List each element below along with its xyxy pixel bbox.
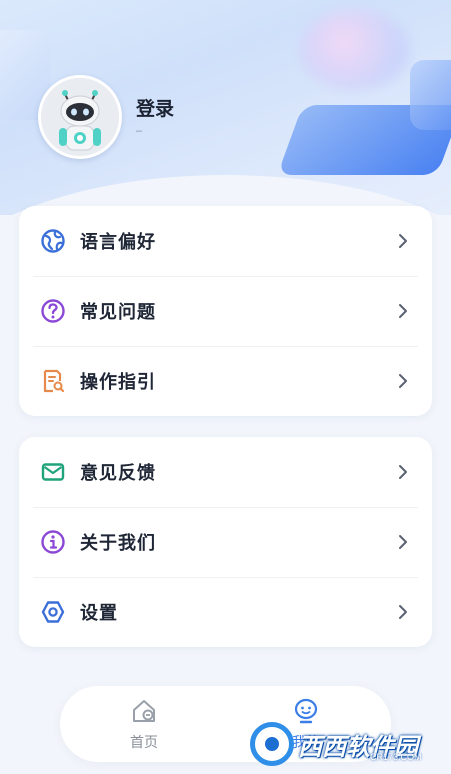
decor-glow — [300, 10, 410, 90]
info-icon — [41, 530, 65, 554]
menu-item-label: 常见问题 — [80, 302, 156, 322]
tab-home[interactable]: 首页 — [84, 692, 204, 756]
menu-item-guide[interactable]: 操作指引 — [19, 346, 432, 416]
chevron-right-icon — [399, 374, 407, 388]
decor-cube — [410, 60, 451, 130]
mail-icon — [41, 463, 65, 481]
menu-item-about[interactable]: 关于我们 — [19, 507, 432, 577]
watermark-logo-icon — [250, 722, 294, 766]
document-search-icon — [43, 369, 65, 393]
chevron-right-icon — [399, 605, 407, 619]
menu-item-label: 语言偏好 — [80, 232, 156, 252]
avatar[interactable] — [38, 75, 122, 159]
globe-icon — [41, 229, 65, 253]
menu-item-faq[interactable]: 常见问题 — [19, 276, 432, 346]
question-icon — [41, 299, 65, 323]
menu-item-language[interactable]: 语言偏好 — [19, 206, 432, 276]
menu-item-label: 设置 — [80, 603, 118, 623]
menu-card-secondary: 意见反馈 关于我们 设置 — [19, 437, 432, 647]
menu-item-settings[interactable]: 设置 — [19, 577, 432, 647]
chevron-right-icon — [399, 535, 407, 549]
robot-avatar-icon — [41, 78, 119, 156]
chevron-right-icon — [399, 465, 407, 479]
login-subtitle: – — [136, 125, 143, 137]
chevron-right-icon — [399, 234, 407, 248]
menu-item-label: 关于我们 — [80, 533, 156, 553]
menu-item-label: 操作指引 — [80, 372, 156, 392]
login-title[interactable]: 登录 — [136, 94, 174, 121]
home-icon — [133, 700, 155, 722]
menu-item-feedback[interactable]: 意见反馈 — [19, 437, 432, 507]
watermark: 西西软件园 CR173.COM — [250, 722, 440, 766]
chevron-right-icon — [399, 304, 407, 318]
settings-hexagon-icon — [41, 601, 65, 623]
watermark-site: CR173.COM — [370, 752, 422, 762]
menu-card-primary: 语言偏好 常见问题 操作指引 — [19, 206, 432, 416]
menu-item-label: 意见反馈 — [80, 463, 156, 483]
tab-home-label: 首页 — [130, 734, 158, 750]
